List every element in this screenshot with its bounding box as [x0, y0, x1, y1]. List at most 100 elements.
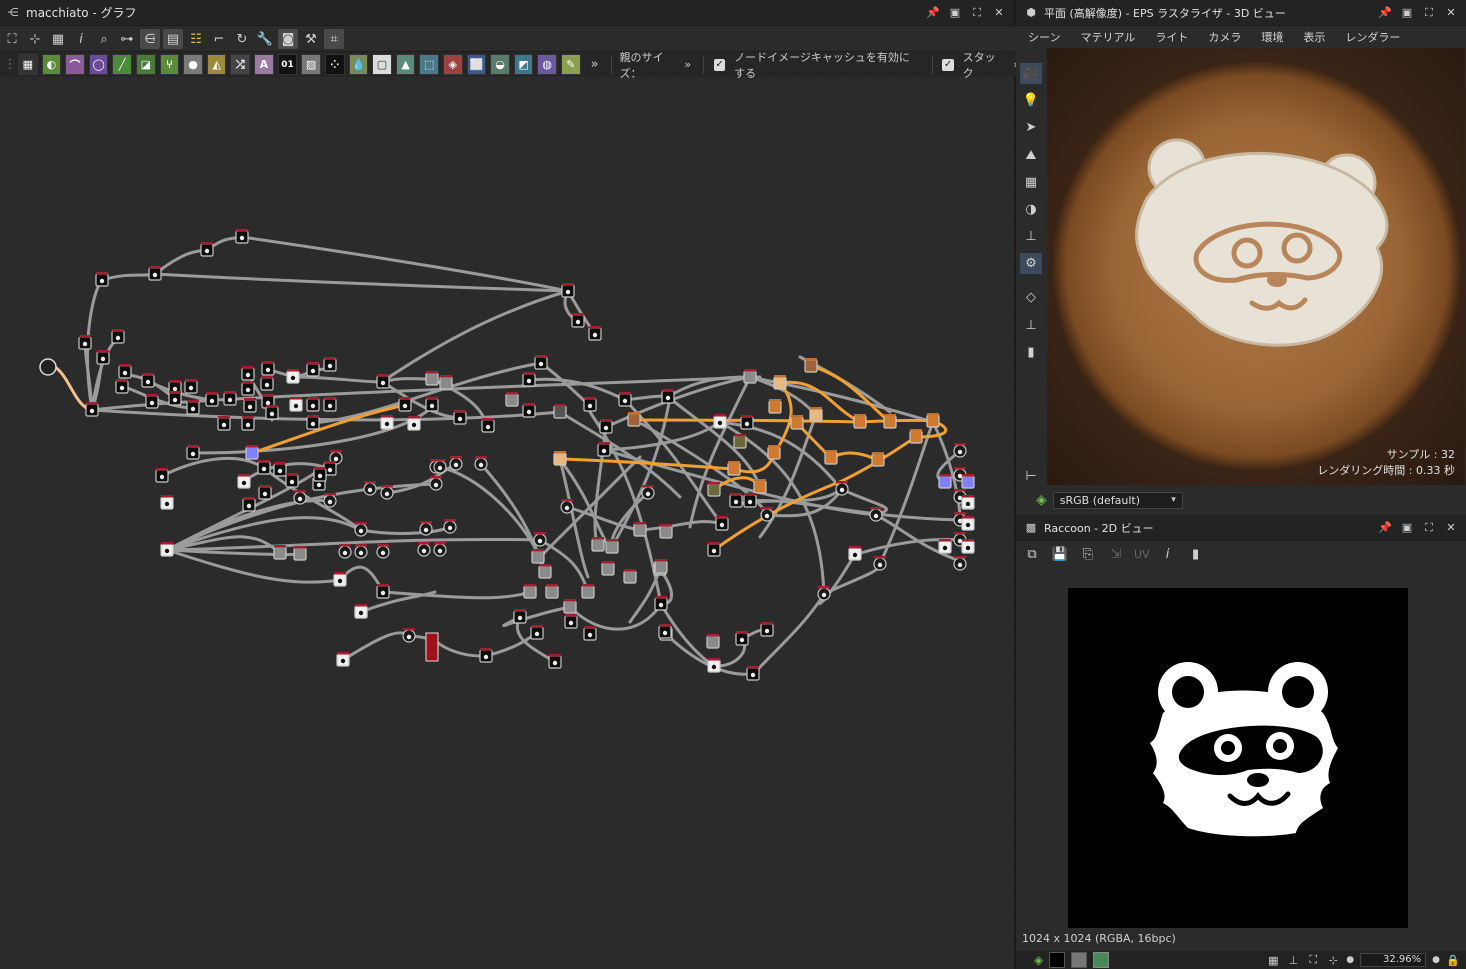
view2d-canvas[interactable]	[1016, 567, 1466, 933]
graph-node[interactable]	[245, 446, 259, 460]
copy-icon[interactable]: ⧉	[1022, 544, 1042, 564]
graph-node[interactable]	[605, 540, 619, 554]
graph-node[interactable]	[871, 453, 885, 467]
pen-atom-icon[interactable]: ✎	[561, 54, 581, 75]
graph-node[interactable]	[926, 414, 940, 428]
map-atom-icon[interactable]: ⬚	[419, 54, 439, 75]
shape-atom-icon[interactable]: ◐	[41, 54, 62, 75]
red-node[interactable]	[425, 632, 439, 662]
node-cache-checkbox[interactable]: ✓	[714, 58, 726, 71]
histogram-atom-icon[interactable]: ▲	[395, 54, 416, 75]
maximize-icon[interactable]: ⛶	[970, 6, 984, 20]
drop-atom-icon[interactable]: 💧	[348, 54, 369, 75]
shape-icon[interactable]: ◑	[1020, 199, 1042, 220]
select-icon[interactable]: ➤	[1020, 117, 1042, 138]
tree-atom-icon[interactable]: ⑂	[159, 54, 180, 75]
blend-atom-icon[interactable]: ◪	[136, 54, 156, 75]
menu-light[interactable]: ライト	[1155, 29, 1188, 45]
graph-node[interactable]	[523, 585, 537, 599]
graph-node[interactable]	[581, 585, 595, 599]
binary-atom-icon[interactable]: 01	[277, 54, 298, 75]
zoom-in-icon[interactable]: ●	[1432, 955, 1440, 965]
graph-node[interactable]	[531, 550, 545, 564]
graph-node[interactable]	[553, 405, 567, 419]
save-icon[interactable]: 💾	[1050, 544, 1070, 564]
align-icon[interactable]: ☷	[186, 29, 206, 49]
frame-all-icon[interactable]: ⛶	[2, 29, 22, 49]
graph-node[interactable]	[553, 452, 567, 466]
info-icon[interactable]: i	[1158, 544, 1178, 564]
warp-atom-icon[interactable]: ◭	[206, 54, 227, 75]
swatch-black[interactable]	[1049, 952, 1066, 968]
graph-node[interactable]	[425, 372, 439, 386]
graph-node[interactable]	[659, 525, 673, 539]
swatch-rgb[interactable]	[1093, 952, 1110, 968]
uv-dropdown[interactable]: UV	[1134, 548, 1150, 561]
levels-atom-icon[interactable]: ●	[183, 54, 203, 75]
menu-display[interactable]: 表示	[1303, 29, 1325, 45]
graph-node[interactable]	[601, 562, 615, 576]
graph-node[interactable]	[961, 475, 975, 489]
stats-icon[interactable]: ▮	[1020, 342, 1042, 363]
curve-atom-icon[interactable]: ╱	[112, 54, 133, 75]
refresh-icon[interactable]: ↻	[232, 29, 252, 49]
export-icon[interactable]: ⇲	[1106, 544, 1126, 564]
graph-node[interactable]	[707, 483, 721, 497]
menu-camera[interactable]: カメラ	[1208, 29, 1241, 45]
camera-icon[interactable]: 🎥	[1020, 63, 1042, 85]
graph-node[interactable]	[824, 451, 838, 465]
atoms-overflow[interactable]: »	[591, 57, 599, 72]
text-atom-icon[interactable]: A	[254, 54, 274, 75]
crop-icon[interactable]: ⌗	[324, 29, 344, 49]
graph-node[interactable]	[563, 600, 577, 614]
environment-icon[interactable]: ⛰	[1020, 145, 1042, 166]
tile-icon[interactable]: ⊥	[1286, 953, 1300, 967]
close-icon[interactable]: ✕	[1444, 6, 1458, 20]
graph-node[interactable]	[538, 565, 552, 579]
color-wheel-atom-icon[interactable]: ◍	[537, 54, 558, 75]
graph-node[interactable]	[809, 408, 823, 422]
parent-size-arrow[interactable]: »	[684, 58, 691, 71]
image-atom-icon[interactable]: ▨	[301, 54, 321, 75]
view3d-viewport[interactable]: サンプル : 32 レンダリング時間 : 0.33 秒	[1047, 48, 1465, 485]
duplicate-icon[interactable]: ⎘	[1078, 544, 1098, 564]
maximize-icon[interactable]: ⛶	[1422, 521, 1436, 535]
clean-icon[interactable]: ⚒	[301, 29, 321, 49]
tree-view-icon[interactable]: ⊢	[1020, 466, 1042, 487]
graph-node[interactable]	[883, 415, 897, 429]
graph-layout-icon[interactable]: ⋳	[140, 29, 160, 49]
pin-icon[interactable]: 📌	[1378, 6, 1392, 20]
menu-renderer[interactable]: レンダラー	[1345, 29, 1400, 45]
grid-atom-icon[interactable]: ▦	[18, 54, 38, 75]
fit-icon[interactable]: ⛶	[1306, 953, 1320, 967]
grid-view-icon[interactable]: ▦	[1266, 953, 1280, 967]
link-icon[interactable]: ⊶	[117, 29, 137, 49]
histogram-icon[interactable]: ▮	[1186, 544, 1206, 564]
blur-atom-icon[interactable]: ◯	[88, 54, 109, 75]
graph-node[interactable]	[439, 376, 453, 390]
graph-node[interactable]	[938, 475, 952, 489]
screenshot-icon[interactable]: ▦	[48, 29, 68, 49]
maximize-icon[interactable]: ⛶	[1422, 6, 1436, 20]
graph-node[interactable]	[706, 635, 720, 649]
float-icon[interactable]: ▣	[948, 6, 962, 20]
settings-icon[interactable]: ⚙	[1020, 253, 1042, 275]
info-icon[interactable]: i	[71, 29, 91, 49]
grid-plane-icon[interactable]: ▦	[1020, 172, 1042, 193]
shuffle-atom-icon[interactable]: ⤮	[230, 54, 251, 75]
menu-environment[interactable]: 環境	[1261, 29, 1283, 45]
colorspace-select[interactable]: sRGB (default) ▾	[1052, 491, 1183, 509]
bulb-icon[interactable]: 💡	[1020, 90, 1042, 111]
gradient-atom-icon[interactable]: ◩	[513, 54, 534, 75]
wrench-icon[interactable]: 🔧	[255, 29, 275, 49]
graph-node[interactable]	[591, 538, 605, 552]
node-graph-canvas[interactable]	[0, 77, 1014, 969]
connect-icon[interactable]: ⌐	[209, 29, 229, 49]
noise-atom-icon[interactable]: ⁘	[324, 54, 345, 75]
layers-icon[interactable]: ◇	[1020, 287, 1042, 308]
graph-node[interactable]	[790, 416, 804, 430]
frame-selected-icon[interactable]: ⊹	[25, 29, 45, 49]
pin-icon[interactable]: 📌	[1378, 521, 1392, 535]
graph-node[interactable]	[633, 523, 647, 537]
lock-icon[interactable]: 🔒	[1446, 953, 1460, 967]
